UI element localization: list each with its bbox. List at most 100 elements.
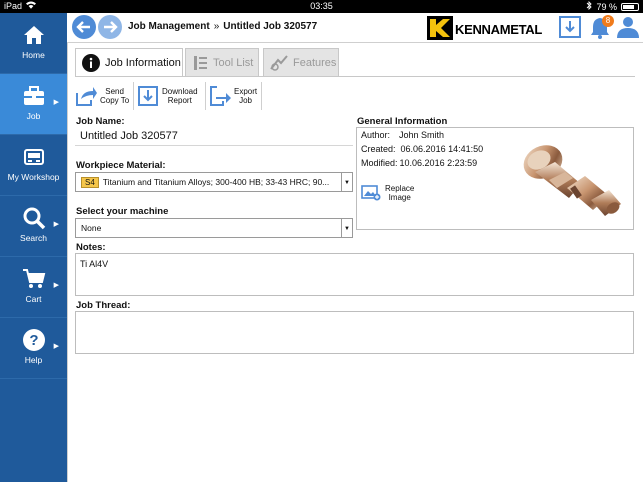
job-name-field[interactable]: Untitled Job 320577 [75, 127, 353, 146]
job-thread-field[interactable] [75, 311, 634, 354]
job-name-label: Job Name: [76, 116, 125, 127]
chevron-down-icon: ▼ [341, 173, 352, 191]
user-icon [617, 17, 639, 38]
download-report-icon [138, 86, 158, 106]
back-button[interactable] [72, 15, 96, 39]
svg-text:?: ? [29, 332, 38, 349]
part-image [523, 145, 621, 216]
toolbar-separator [133, 82, 134, 110]
download-label-line2: Report [167, 96, 192, 105]
chevron-right-icon: ▶ [53, 282, 59, 289]
workshop-icon [24, 149, 44, 165]
header: Job Management» Untitled Job 320577 KENNA… [67, 13, 643, 43]
bluetooth-icon [586, 0, 593, 12]
logo-mark-icon [427, 16, 453, 40]
home-icon [24, 26, 44, 44]
download-button[interactable] [557, 14, 583, 40]
search-icon [23, 207, 46, 230]
material-value: Titanium and Titanium Alloys; 300-400 HB… [102, 177, 330, 187]
material-select[interactable]: S4 Titanium and Titanium Alloys; 300-400… [75, 172, 353, 192]
author-value: John Smith [399, 130, 445, 140]
account-button[interactable] [615, 14, 641, 40]
tab-label: Job Information [105, 57, 181, 69]
sidebar-item-my-workshop[interactable]: My Workshop [0, 135, 67, 196]
battery-percent: 79 % [596, 1, 617, 12]
material-label: Workpiece Material: [76, 160, 166, 171]
tab-label: Features [293, 56, 337, 69]
help-icon: ? [23, 329, 45, 351]
forward-button[interactable] [98, 15, 122, 39]
clock: 03:35 [310, 1, 333, 11]
sidebar-item-label: Help [24, 355, 43, 365]
battery-icon [621, 2, 639, 11]
chevron-right-icon: ▶ [53, 221, 59, 228]
tab-job-information[interactable]: Job Information [75, 48, 183, 77]
tab-tool-list[interactable]: Tool List [185, 48, 259, 76]
export-label-line1: Export [234, 87, 258, 96]
sidebar-item-label: Cart [25, 294, 42, 304]
download-icon [559, 16, 581, 38]
sidebar: Home Job ▶ My Workshop Search ▶ Cart ▶ ?… [0, 13, 67, 482]
notes-field[interactable]: Ti Al4V [75, 253, 634, 296]
created-value: 06.06.2016 14:41:50 [400, 144, 484, 154]
notes-label: Notes: [76, 242, 106, 253]
modified-label: Modified: [361, 158, 398, 168]
download-label-line1: Download [162, 87, 198, 96]
sidebar-item-label: My Workshop [7, 172, 60, 182]
divider [67, 43, 68, 482]
chevron-right-icon: ▶ [53, 343, 59, 350]
sidebar-item-search[interactable]: Search ▶ [0, 196, 67, 257]
sidebar-item-label: Job [26, 111, 41, 121]
toolbar-separator [261, 82, 262, 110]
breadcrumb-current: Untitled Job 320577 [223, 21, 318, 32]
toolbox-icon [24, 86, 44, 105]
sidebar-item-job[interactable]: Job ▶ [0, 74, 67, 135]
tab-divider [75, 76, 635, 77]
export-job-button[interactable]: Export Job [209, 82, 261, 110]
cart-icon [23, 269, 46, 288]
toolbar-separator [205, 82, 206, 110]
machine-label: Select your machine [76, 206, 169, 217]
sidebar-item-label: Home [22, 50, 45, 60]
download-report-button[interactable]: Download Report [137, 82, 203, 110]
notification-badge: 8 [602, 15, 614, 27]
sidebar-item-cart[interactable]: Cart ▶ [0, 257, 67, 318]
logo-text: KENNAMETAL [455, 22, 543, 37]
export-label-line2: Job [239, 96, 253, 105]
tool-list-icon [194, 55, 207, 70]
send-label-line1: Send [105, 87, 124, 96]
features-icon [270, 54, 288, 71]
job-thread-label: Job Thread: [76, 300, 131, 311]
status-bar: iPad 03:35 79 % [0, 0, 643, 13]
export-icon [210, 86, 231, 106]
breadcrumb-separator: » [213, 21, 220, 32]
send-copy-button[interactable]: Send Copy To [75, 82, 131, 110]
sidebar-item-label: Search [20, 233, 47, 243]
machine-select[interactable]: None ▼ [75, 218, 353, 238]
replace-image-button[interactable]: Replace Image [361, 182, 431, 208]
image-icon [361, 185, 381, 201]
general-info-panel: Author: John Smith Created: 06.06.2016 14:… [356, 127, 634, 230]
material-group-tag: S4 [81, 176, 99, 188]
arrow-left-icon [76, 21, 90, 33]
created-label: Created: [361, 144, 396, 154]
chevron-right-icon: ▶ [53, 99, 59, 106]
kennametal-logo: KENNAMETAL [427, 15, 555, 41]
send-label-line2: Copy To [100, 96, 130, 105]
general-info-heading: General Information [357, 116, 448, 127]
replace-label-line2: Image [388, 193, 411, 202]
tab-features[interactable]: Features [263, 48, 339, 76]
arrow-right-icon [104, 21, 118, 33]
modified-value: 10.06.2016 2:23:59 [399, 158, 478, 168]
replace-label-line1: Replace [385, 184, 415, 193]
info-icon [82, 54, 100, 72]
author-label: Author: [361, 130, 391, 140]
breadcrumb: Job Management» Untitled Job 320577 [128, 21, 317, 32]
sidebar-item-help[interactable]: ? Help ▶ [0, 318, 67, 379]
tab-label: Tool List [213, 56, 254, 69]
machine-value: None [81, 223, 102, 233]
send-icon [76, 87, 97, 106]
chevron-down-icon: ▼ [341, 219, 352, 237]
sidebar-item-home[interactable]: Home [0, 13, 67, 74]
breadcrumb-root[interactable]: Job Management [128, 21, 210, 32]
